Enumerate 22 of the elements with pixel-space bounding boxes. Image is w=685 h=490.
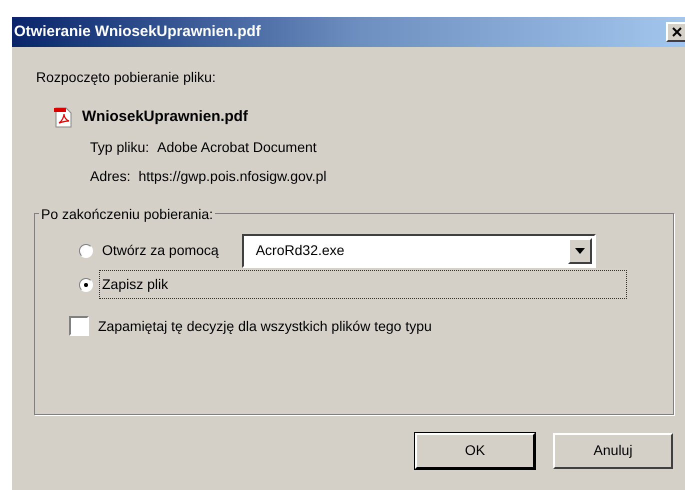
pdf-file-icon: [52, 106, 74, 128]
address-label: Adres:: [90, 166, 130, 186]
radio-label[interactable]: Zapisz plik: [99, 270, 627, 299]
dialog-button[interactable]: OK: [415, 432, 535, 468]
dropdown-value: AcroRd32.exe: [256, 241, 344, 260]
intro-text: Rozpoczęto pobieranie pliku:: [36, 68, 217, 87]
remember-checkbox[interactable]: [69, 316, 89, 336]
close-button[interactable]: [666, 22, 685, 42]
application-dropdown[interactable]: AcroRd32.exe: [242, 234, 596, 268]
file-type-label: Typ pliku:: [90, 138, 150, 157]
dialog-button[interactable]: Anuluj: [553, 432, 673, 468]
radio-label[interactable]: Otwórz za pomocą: [99, 236, 222, 265]
caret-icon: [574, 248, 585, 254]
file-type-value: Adobe Acrobat Document: [157, 138, 317, 156]
file-name: WniosekUprawnien.pdf: [82, 107, 248, 127]
close-icon: [672, 27, 682, 37]
window-title: Otwieranie WniosekUprawnien.pdf: [14, 22, 261, 42]
dropdown-arrow-button[interactable]: [568, 238, 592, 264]
radio-button[interactable]: [79, 278, 93, 292]
address-value: https://gwp.pois.nfosigw.gov.pl: [138, 166, 327, 186]
remember-label[interactable]: Zapamiętaj tę decyzję dla wszystkich plików tego typu: [98, 316, 432, 336]
radio-button[interactable]: [79, 244, 93, 258]
